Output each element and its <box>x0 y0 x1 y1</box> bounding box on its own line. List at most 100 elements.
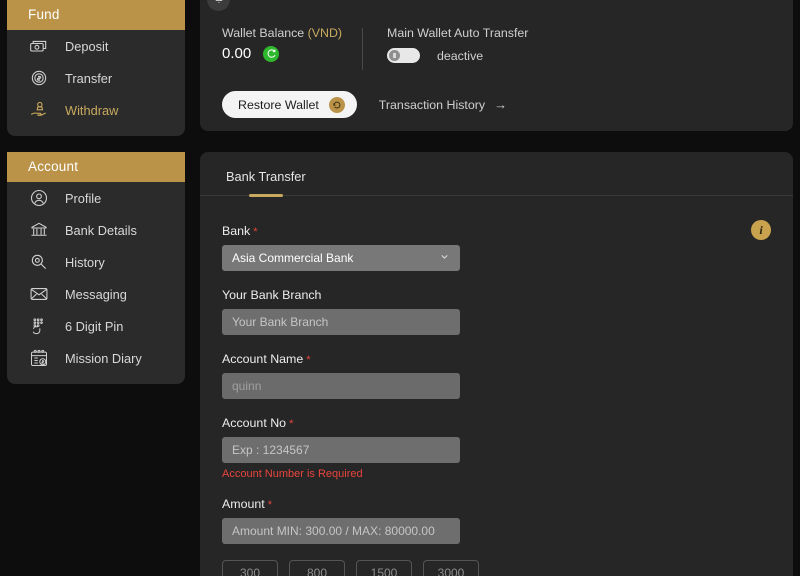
sidebar-item-label: Messaging <box>65 286 127 302</box>
wallet-divider <box>362 28 363 70</box>
quick-amount-3000[interactable]: 3000 <box>423 560 479 576</box>
tab-bank-transfer[interactable]: Bank Transfer <box>216 169 316 195</box>
info-icon[interactable]: i <box>751 220 771 240</box>
main-content: Wallet Balance (VND) 0.00 Main Wallet Au… <box>200 0 793 576</box>
field-bank: Bank * Asia Commercial Bank <box>222 224 793 271</box>
wallet-currency: (VND) <box>307 26 343 40</box>
sidebar-group-account: Account Profile Bank Details History Mes… <box>7 152 185 384</box>
bank-select[interactable]: Asia Commercial Bank <box>222 245 460 271</box>
sidebar-item-label: Transfer <box>65 70 113 86</box>
bank-branch-input[interactable]: Your Bank Branch <box>222 309 460 335</box>
sidebar-divider <box>7 136 185 152</box>
required-marker: * <box>306 354 311 366</box>
wallet-amount-row: 0.00 <box>222 45 362 62</box>
sidebar: Fund Deposit Transfer Withdraw Account P… <box>7 0 185 384</box>
account-no-input[interactable]: Exp : 1234567 <box>222 437 460 463</box>
branch-label-text: Your Bank Branch <box>222 288 322 302</box>
wallet-balance-label: Wallet Balance (VND) <box>222 26 362 40</box>
sidebar-item-history[interactable]: History <box>7 246 185 278</box>
auto-transfer-toggle-row: deactive <box>387 48 528 63</box>
envelope-icon <box>28 283 50 305</box>
bank-transfer-form: Bank * Asia Commercial Bank Your Bank Br… <box>200 196 793 576</box>
account-name-label-text: Account Name <box>222 352 304 366</box>
wallet-balance-block: Wallet Balance (VND) 0.00 <box>222 26 362 62</box>
app-root: Fund Deposit Transfer Withdraw Account P… <box>0 0 800 576</box>
account-no-error: Account Number is Required <box>222 468 363 480</box>
sidebar-item-label: 6 Digit Pin <box>65 318 124 334</box>
calendar-money-icon <box>28 347 50 369</box>
account-name-input[interactable]: quinn <box>222 373 460 399</box>
restore-wallet-button[interactable]: Restore Wallet <box>222 91 357 118</box>
sidebar-item-withdraw[interactable]: Withdraw <box>7 94 185 126</box>
account-no-label: Account No * <box>222 416 793 430</box>
coin-transfer-icon <box>28 67 50 89</box>
sidebar-item-label: Bank Details <box>65 222 137 238</box>
hand-money-icon <box>28 99 50 121</box>
quick-amount-800[interactable]: 800 <box>289 560 345 576</box>
required-marker: * <box>289 418 294 430</box>
sidebar-item-deposit[interactable]: Deposit <box>7 30 185 62</box>
field-bank-branch: Your Bank Branch Your Bank Branch <box>222 288 793 335</box>
branch-label: Your Bank Branch <box>222 288 793 302</box>
sidebar-header-fund: Fund <box>7 0 185 30</box>
sidebar-item-label: Mission Diary <box>65 350 142 366</box>
sidebar-item-messaging[interactable]: Messaging <box>7 278 185 310</box>
bank-icon <box>28 219 50 241</box>
sidebar-group-fund: Fund Deposit Transfer Withdraw <box>7 0 185 136</box>
restore-wallet-label: Restore Wallet <box>238 97 319 112</box>
restore-icon <box>328 96 345 113</box>
sidebar-header-account: Account <box>7 152 185 182</box>
quick-amount-300[interactable]: 300 <box>222 560 278 576</box>
required-marker: * <box>253 226 258 238</box>
wallet-actions: Restore Wallet Transaction History → <box>222 91 793 118</box>
toggle-knob <box>389 50 400 61</box>
sidebar-item-bank-details[interactable]: Bank Details <box>7 214 185 246</box>
auto-transfer-toggle[interactable] <box>387 48 420 63</box>
wallet-summary-row: Wallet Balance (VND) 0.00 Main Wallet Au… <box>222 26 793 70</box>
arrow-right-icon: → <box>494 97 508 112</box>
user-circle-icon <box>28 187 50 209</box>
account-name-label: Account Name * <box>222 352 793 366</box>
sidebar-item-6-digit-pin[interactable]: 6 Digit Pin <box>7 310 185 342</box>
quick-amount-group: 300 800 1500 3000 <box>222 560 793 576</box>
form-tabbar: Bank Transfer <box>200 152 793 196</box>
sidebar-item-label: Withdraw <box>65 102 119 118</box>
bank-label: Bank * <box>222 224 793 238</box>
transaction-history-link[interactable]: Transaction History → <box>379 97 507 112</box>
sidebar-item-profile[interactable]: Profile <box>7 182 185 214</box>
account-no-label-text: Account No <box>222 416 287 430</box>
sidebar-item-label: Deposit <box>65 38 109 54</box>
sidebar-item-label: Profile <box>65 190 102 206</box>
wallet-balance-text: Wallet Balance <box>222 26 305 40</box>
wallet-panel: Wallet Balance (VND) 0.00 Main Wallet Au… <box>200 0 793 131</box>
amount-label-text: Amount <box>222 497 265 511</box>
sidebar-item-label: History <box>65 254 105 270</box>
bell-icon[interactable] <box>207 0 230 11</box>
quick-amount-1500[interactable]: 1500 <box>356 560 412 576</box>
field-account-no: Account No * Exp : 1234567 Account Number… <box>222 416 793 480</box>
bank-transfer-panel: Bank Transfer i Bank * Asia Commercial Ba… <box>200 152 793 576</box>
amount-label: Amount * <box>222 497 793 511</box>
transaction-history-label: Transaction History <box>378 97 486 112</box>
auto-transfer-label: Main Wallet Auto Transfer <box>387 26 529 40</box>
refresh-icon[interactable] <box>263 45 280 62</box>
keypad-icon <box>28 315 50 337</box>
required-marker: * <box>267 499 272 511</box>
field-account-name: Account Name * quinn <box>222 352 793 399</box>
sidebar-item-mission-diary[interactable]: Mission Diary <box>7 342 185 374</box>
bank-label-text: Bank <box>222 224 251 238</box>
toggle-state-label: deactive <box>437 48 484 63</box>
sidebar-item-transfer[interactable]: Transfer <box>7 62 185 94</box>
field-amount: Amount * Amount MIN: 300.00 / MAX: 80000.… <box>222 497 793 544</box>
amount-input[interactable]: Amount MIN: 300.00 / MAX: 80000.00 <box>222 518 460 544</box>
bank-select-value: Asia Commercial Bank <box>232 251 354 265</box>
chevron-down-icon <box>439 251 450 265</box>
magnifier-clock-icon <box>28 251 50 273</box>
auto-transfer-block: Main Wallet Auto Transfer deactive <box>387 26 528 63</box>
wallet-balance-value: 0.00 <box>222 45 252 62</box>
banknotes-icon <box>28 35 50 57</box>
